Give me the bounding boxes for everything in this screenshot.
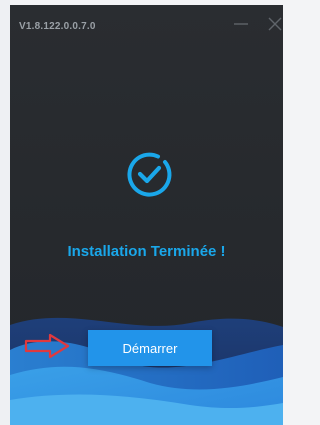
status-message: Installation Terminée !	[67, 243, 226, 260]
title-bar[interactable]: V1.8.122.0.0.7.0	[10, 5, 283, 45]
start-button[interactable]: Démarrer	[88, 330, 212, 366]
version-label: V1.8.122.0.0.7.0	[19, 21, 96, 32]
installer-window: V1.8.122.0.0.7.0 Installation Terminée !	[10, 5, 283, 425]
minimize-button[interactable]	[232, 15, 250, 33]
desktop-background	[0, 0, 10, 425]
close-icon	[268, 17, 282, 31]
check-circle-icon	[125, 150, 173, 198]
close-button[interactable]	[266, 15, 283, 33]
pointer-arrow-icon	[24, 333, 70, 359]
minimize-icon	[234, 23, 248, 25]
